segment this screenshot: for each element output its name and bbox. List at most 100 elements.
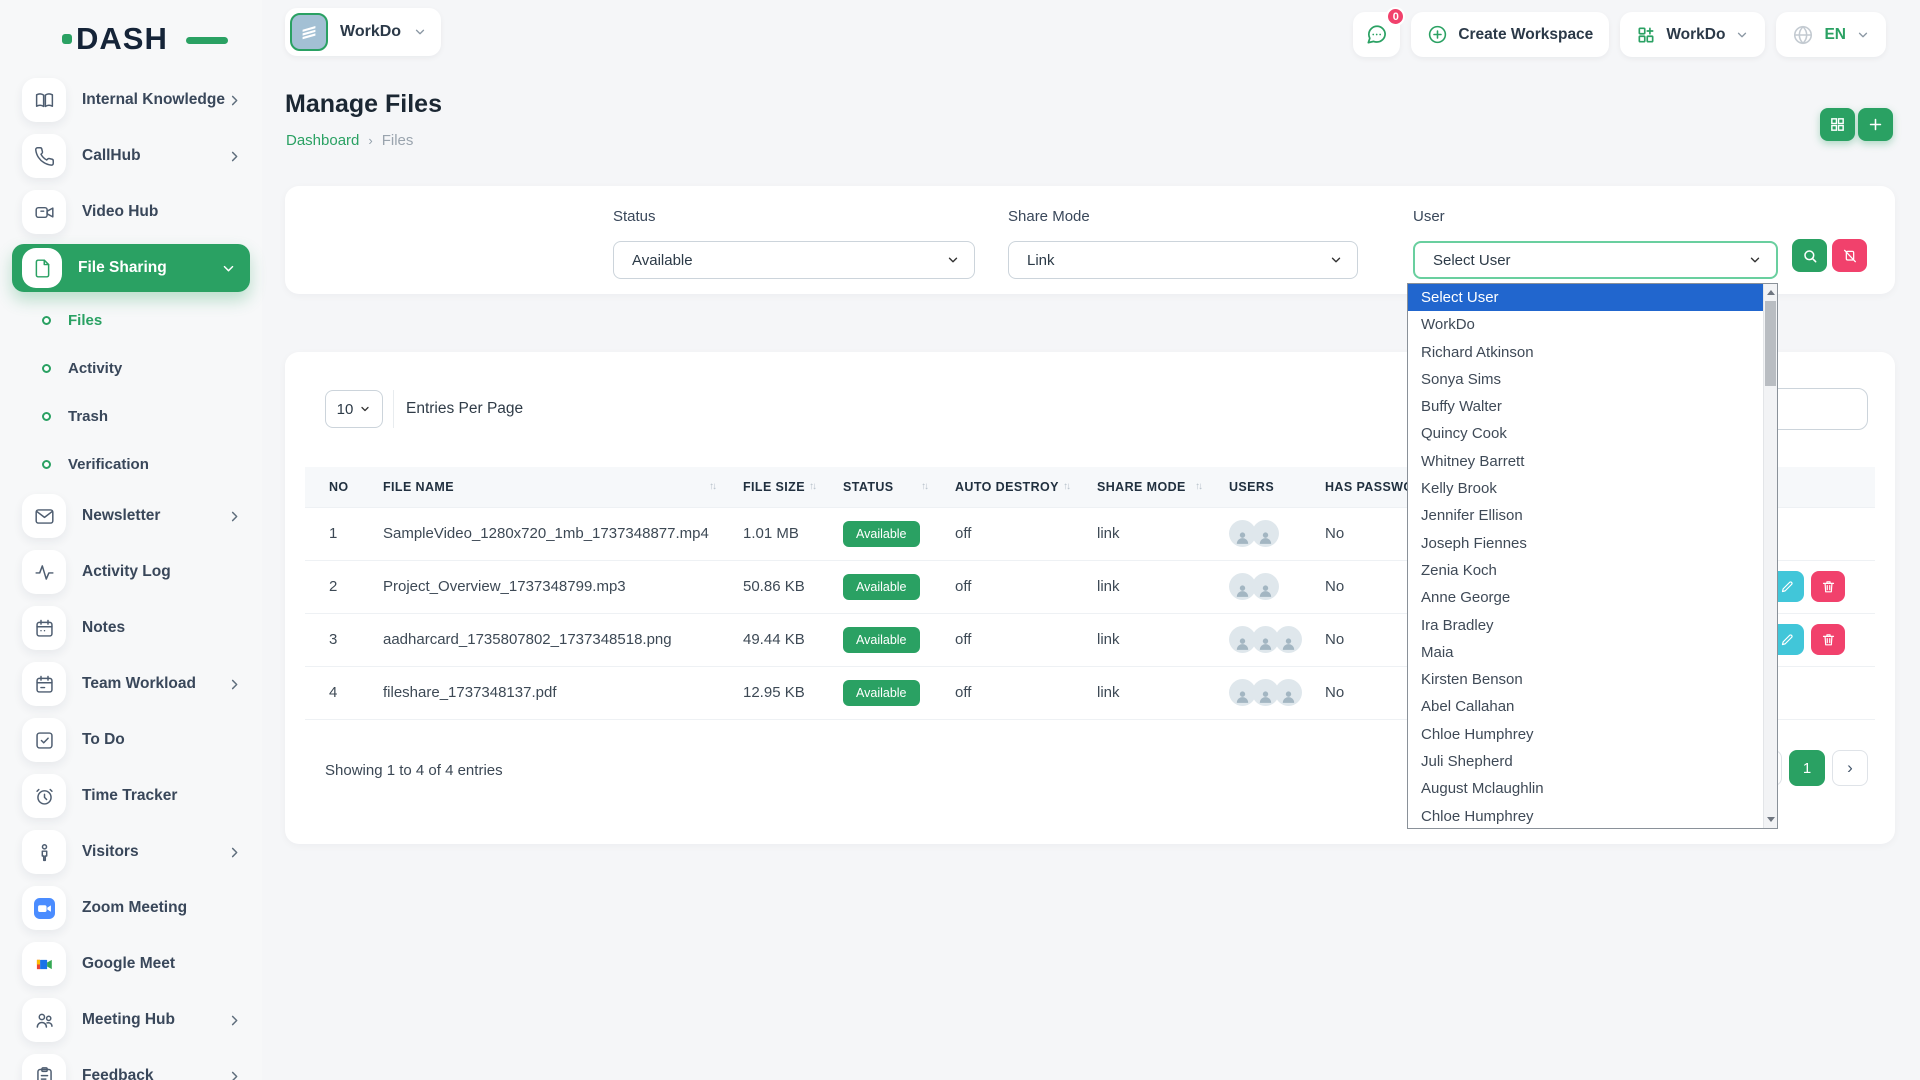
dropdown-scrollbar[interactable]	[1763, 284, 1777, 828]
chevron-down-icon	[413, 25, 427, 39]
user-option-juli-shepherd[interactable]: Juli Shepherd	[1408, 748, 1763, 775]
check-square-icon	[22, 718, 66, 762]
column-label: FILE NAME	[383, 480, 454, 494]
language-selector[interactable]: EN	[1776, 12, 1886, 57]
sidebar-item-meeting-hub[interactable]: Meeting Hub	[0, 992, 262, 1048]
search-filter-button[interactable]	[1792, 239, 1827, 272]
create-workspace-label: Create Workspace	[1458, 26, 1593, 44]
cell-users	[1213, 560, 1309, 613]
avatar	[1275, 679, 1302, 706]
scroll-down-icon[interactable]	[1764, 812, 1777, 827]
current-page-button[interactable]: 1	[1789, 750, 1825, 786]
cell-share-mode: link	[1081, 507, 1213, 560]
user-select[interactable]: Select User	[1413, 241, 1778, 279]
chevron-down-icon	[221, 261, 236, 276]
brand-logo[interactable]: DASH	[62, 18, 212, 60]
chevron-right-icon	[227, 845, 242, 860]
header-actions: 0 Create Workspace WorkDo EN	[1353, 12, 1886, 57]
share-mode-select[interactable]: Link	[1008, 241, 1358, 279]
column-header-share-mode[interactable]: SHARE MODE↑↓	[1081, 467, 1213, 507]
column-header-status[interactable]: STATUS↑↓	[827, 467, 939, 507]
sidebar-item-label: Team Workload	[82, 675, 196, 693]
delete-button[interactable]	[1811, 571, 1845, 602]
column-header-file-name[interactable]: FILE NAME↑↓	[367, 467, 727, 507]
sidebar-subitem-verification[interactable]: Verification	[0, 440, 262, 488]
app-switcher-label: WorkDo	[1666, 26, 1725, 44]
sidebar-subitem-activity[interactable]: Activity	[0, 344, 262, 392]
user-option-zenia-koch[interactable]: Zenia Koch	[1408, 557, 1763, 584]
user-option-whitney-barrett[interactable]: Whitney Barrett	[1408, 448, 1763, 475]
sidebar-item-label: Google Meet	[82, 955, 175, 973]
user-option-chloe-humphrey[interactable]: Chloe Humphrey	[1408, 721, 1763, 748]
user-option-maia[interactable]: Maia	[1408, 639, 1763, 666]
user-option-jennifer-ellison[interactable]: Jennifer Ellison	[1408, 502, 1763, 529]
user-option-buffy-walter[interactable]: Buffy Walter	[1408, 393, 1763, 420]
sidebar: DASH Internal KnowledgeCallHubVideo HubF…	[0, 0, 262, 1080]
create-workspace-button[interactable]: Create Workspace	[1411, 12, 1609, 57]
user-option-richard-atkinson[interactable]: Richard Atkinson	[1408, 339, 1763, 366]
sidebar-item-to-do[interactable]: To Do	[0, 712, 262, 768]
column-header-auto-destroy[interactable]: AUTO DESTROY↑↓	[939, 467, 1081, 507]
cell-status: Available	[827, 666, 939, 719]
chevron-right-icon	[227, 509, 242, 524]
user-option-chloe-humphrey[interactable]: Chloe Humphrey	[1408, 803, 1763, 828]
user-option-anne-george[interactable]: Anne George	[1408, 584, 1763, 611]
breadcrumb-dashboard-link[interactable]: Dashboard	[286, 132, 359, 149]
video-icon	[22, 190, 66, 234]
sidebar-item-feedback[interactable]: Feedback	[0, 1048, 262, 1080]
user-option-sonya-sims[interactable]: Sonya Sims	[1408, 366, 1763, 393]
user-option-quincy-cook[interactable]: Quincy Cook	[1408, 420, 1763, 447]
bullet-icon	[42, 364, 51, 373]
sidebar-subitem-label: Verification	[68, 456, 149, 473]
scroll-up-icon[interactable]	[1764, 285, 1777, 300]
app-switcher-button[interactable]: WorkDo	[1620, 12, 1765, 57]
add-file-button[interactable]	[1858, 108, 1893, 141]
user-option-list: Select UserWorkDoRichard AtkinsonSonya S…	[1408, 284, 1763, 828]
next-page-button[interactable]: ›	[1832, 750, 1868, 786]
sidebar-item-visitors[interactable]: Visitors	[0, 824, 262, 880]
sidebar-item-activity-log[interactable]: Activity Log	[0, 544, 262, 600]
user-option-joseph-fiennes[interactable]: Joseph Fiennes	[1408, 530, 1763, 557]
cell-share-mode: link	[1081, 666, 1213, 719]
cell-status: Available	[827, 560, 939, 613]
sidebar-item-callhub[interactable]: CallHub	[0, 128, 262, 184]
user-option-august-mclaughlin[interactable]: August Mclaughlin	[1408, 775, 1763, 802]
sidebar-item-label: Internal Knowledge	[82, 91, 225, 109]
calendar-icon	[22, 662, 66, 706]
user-option-ira-bradley[interactable]: Ira Bradley	[1408, 612, 1763, 639]
messages-button[interactable]: 0	[1353, 12, 1400, 57]
chevron-right-icon	[227, 1069, 242, 1080]
sidebar-item-newsletter[interactable]: Newsletter	[0, 488, 262, 544]
grid-view-button[interactable]	[1820, 108, 1855, 141]
workspace-switcher[interactable]: WorkDo	[285, 8, 441, 56]
user-option-abel-callahan[interactable]: Abel Callahan	[1408, 693, 1763, 720]
user-option-select-user[interactable]: Select User	[1408, 284, 1763, 311]
sidebar-item-internal-knowledge[interactable]: Internal Knowledge	[0, 72, 262, 128]
sidebar-item-file-sharing[interactable]: File Sharing	[12, 244, 250, 292]
sidebar-subitem-label: Files	[68, 312, 102, 329]
cell-auto-destroy: off	[939, 507, 1081, 560]
sidebar-item-video-hub[interactable]: Video Hub	[0, 184, 262, 240]
sidebar-item-time-tracker[interactable]: Time Tracker	[0, 768, 262, 824]
column-header-file-size[interactable]: FILE SIZE↑↓	[727, 467, 827, 507]
entries-per-page-select[interactable]: 10	[325, 390, 383, 428]
user-option-kirsten-benson[interactable]: Kirsten Benson	[1408, 666, 1763, 693]
reset-filter-button[interactable]	[1832, 239, 1867, 272]
delete-button[interactable]	[1811, 624, 1845, 655]
user-avatars	[1229, 573, 1309, 600]
sidebar-item-notes[interactable]: Notes	[0, 600, 262, 656]
status-select[interactable]: Available	[613, 241, 975, 279]
scrollbar-thumb[interactable]	[1765, 301, 1776, 386]
sidebar-item-team-workload[interactable]: Team Workload	[0, 656, 262, 712]
sidebar-subitem-files[interactable]: Files	[0, 296, 262, 344]
user-option-kelly-brook[interactable]: Kelly Brook	[1408, 475, 1763, 502]
user-option-workdo[interactable]: WorkDo	[1408, 311, 1763, 338]
sidebar-item-google-meet[interactable]: Google Meet	[0, 936, 262, 992]
breadcrumb-separator-icon: ›	[368, 133, 372, 148]
logo-dot-icon	[62, 34, 72, 44]
sidebar-subitem-trash[interactable]: Trash	[0, 392, 262, 440]
phone-icon	[22, 134, 66, 178]
chat-badge: 0	[1386, 7, 1405, 26]
user-avatars	[1229, 679, 1309, 706]
sidebar-item-zoom-meeting[interactable]: Zoom Meeting	[0, 880, 262, 936]
